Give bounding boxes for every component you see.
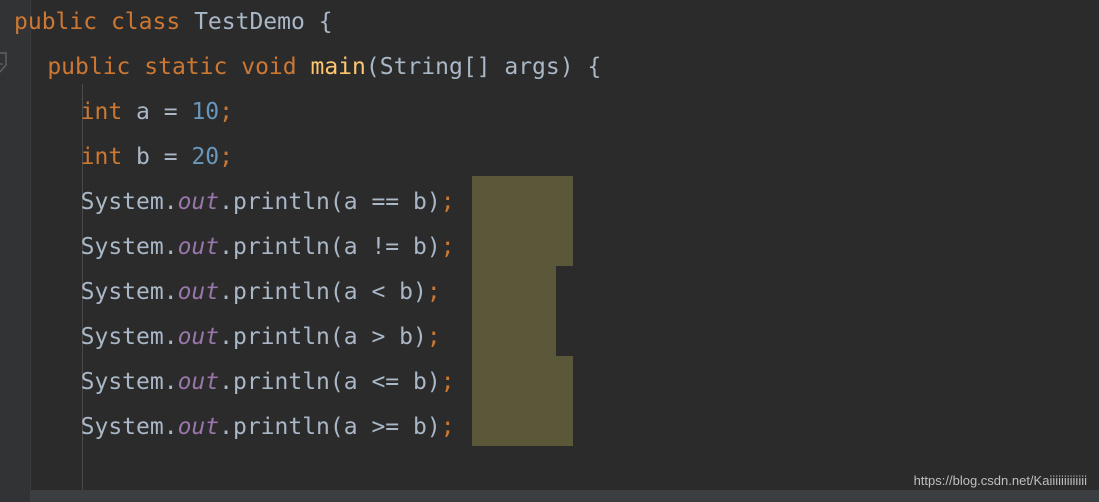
code-token: . bbox=[163, 279, 178, 305]
code-token: <= bbox=[357, 369, 413, 395]
code-line[interactable]: int a = 10; bbox=[81, 90, 233, 135]
code-token: != bbox=[357, 234, 413, 260]
code-token: .println( bbox=[219, 369, 344, 395]
code-token: args bbox=[504, 54, 560, 80]
code-token: System bbox=[80, 279, 164, 305]
code-line[interactable]: System.out.println(a < b); bbox=[81, 270, 441, 315]
code-token: .println( bbox=[219, 324, 344, 350]
code-token: out bbox=[177, 324, 220, 350]
editor-bottom-strip-gutter bbox=[0, 490, 30, 502]
code-token: System bbox=[80, 369, 164, 395]
code-token: int bbox=[80, 144, 123, 170]
code-token: ; bbox=[440, 369, 455, 395]
code-token: System bbox=[80, 189, 164, 215]
code-token: b bbox=[399, 324, 414, 350]
code-token: b bbox=[413, 234, 427, 260]
code-token: System bbox=[80, 324, 164, 350]
code-token: a bbox=[343, 279, 358, 305]
code-token: ) bbox=[426, 234, 441, 260]
editor-bottom-strip bbox=[0, 490, 1099, 502]
code-token: a bbox=[343, 369, 358, 395]
code-token: ; bbox=[440, 414, 455, 440]
code-token: void bbox=[241, 54, 297, 80]
code-token: .println( bbox=[219, 279, 344, 305]
code-line[interactable]: System.out.println(a >= b); bbox=[81, 405, 455, 450]
code-token: > bbox=[357, 324, 400, 350]
code-token: System bbox=[80, 234, 164, 260]
code-token: . bbox=[163, 414, 178, 440]
code-token: System bbox=[80, 414, 164, 440]
code-token: . bbox=[163, 369, 178, 395]
code-token: class bbox=[110, 9, 181, 35]
code-token: ) { bbox=[559, 54, 602, 80]
code-token: TestDemo bbox=[194, 9, 305, 35]
code-line[interactable]: System.out.println(a != b); bbox=[81, 225, 455, 270]
code-token: == bbox=[357, 189, 413, 215]
code-token: out bbox=[177, 369, 220, 395]
code-token: ) bbox=[426, 369, 441, 395]
code-token: ; bbox=[426, 279, 441, 305]
code-token: ; bbox=[219, 99, 233, 125]
code-token: a bbox=[136, 99, 150, 125]
code-line[interactable]: int b = 20; bbox=[81, 135, 233, 180]
code-token: b bbox=[136, 144, 150, 170]
code-token: 20 bbox=[191, 144, 220, 170]
code-token: main bbox=[310, 54, 366, 80]
code-token: ) bbox=[426, 414, 441, 440]
code-token: b bbox=[413, 189, 427, 215]
code-token: ) bbox=[413, 324, 427, 350]
code-token: ) bbox=[413, 279, 427, 305]
code-line[interactable]: System.out.println(a > b); bbox=[81, 315, 441, 360]
code-token: public bbox=[47, 54, 131, 80]
code-token: ; bbox=[440, 189, 455, 215]
code-token: .println( bbox=[219, 234, 344, 260]
code-token: . bbox=[163, 189, 178, 215]
code-text-area[interactable]: public class TestDemo {public static voi… bbox=[0, 0, 1099, 490]
code-token: String bbox=[379, 54, 463, 80]
code-token: a bbox=[343, 414, 358, 440]
code-token: [] bbox=[462, 54, 505, 80]
watermark-url: https://blog.csdn.net/Kaiiiiiiiiiiiii bbox=[913, 473, 1087, 488]
code-line[interactable]: public static void main(String[] args) { bbox=[47, 45, 601, 90]
code-token: ; bbox=[426, 324, 441, 350]
code-token: b bbox=[413, 414, 427, 440]
code-token: static bbox=[144, 54, 228, 80]
code-token: >= bbox=[357, 414, 413, 440]
code-token: ( bbox=[365, 54, 380, 80]
code-token: = bbox=[149, 99, 192, 125]
code-line[interactable]: System.out.println(a == b); bbox=[81, 180, 455, 225]
code-token: { bbox=[304, 9, 333, 35]
code-token: 10 bbox=[191, 99, 220, 125]
code-token: ) bbox=[426, 189, 441, 215]
code-line[interactable]: public class TestDemo { bbox=[14, 0, 333, 45]
code-editor-window: public class TestDemo {public static voi… bbox=[0, 0, 1099, 502]
code-token: a bbox=[343, 189, 358, 215]
code-line[interactable]: System.out.println(a <= b); bbox=[81, 360, 455, 405]
code-token: < bbox=[357, 279, 400, 305]
code-token: .println( bbox=[219, 189, 344, 215]
code-token: .println( bbox=[219, 414, 344, 440]
code-token: a bbox=[343, 324, 358, 350]
code-token: int bbox=[80, 99, 123, 125]
code-token: out bbox=[177, 279, 220, 305]
code-token: = bbox=[149, 144, 192, 170]
code-token: . bbox=[163, 234, 178, 260]
code-token: out bbox=[177, 234, 220, 260]
code-token: out bbox=[177, 189, 220, 215]
code-token: ; bbox=[219, 144, 233, 170]
code-token: a bbox=[343, 234, 358, 260]
code-token: b bbox=[413, 369, 427, 395]
code-token: b bbox=[399, 279, 414, 305]
code-token: out bbox=[177, 414, 220, 440]
code-token: . bbox=[163, 324, 178, 350]
code-token: public bbox=[14, 9, 98, 35]
code-token: ; bbox=[440, 234, 455, 260]
